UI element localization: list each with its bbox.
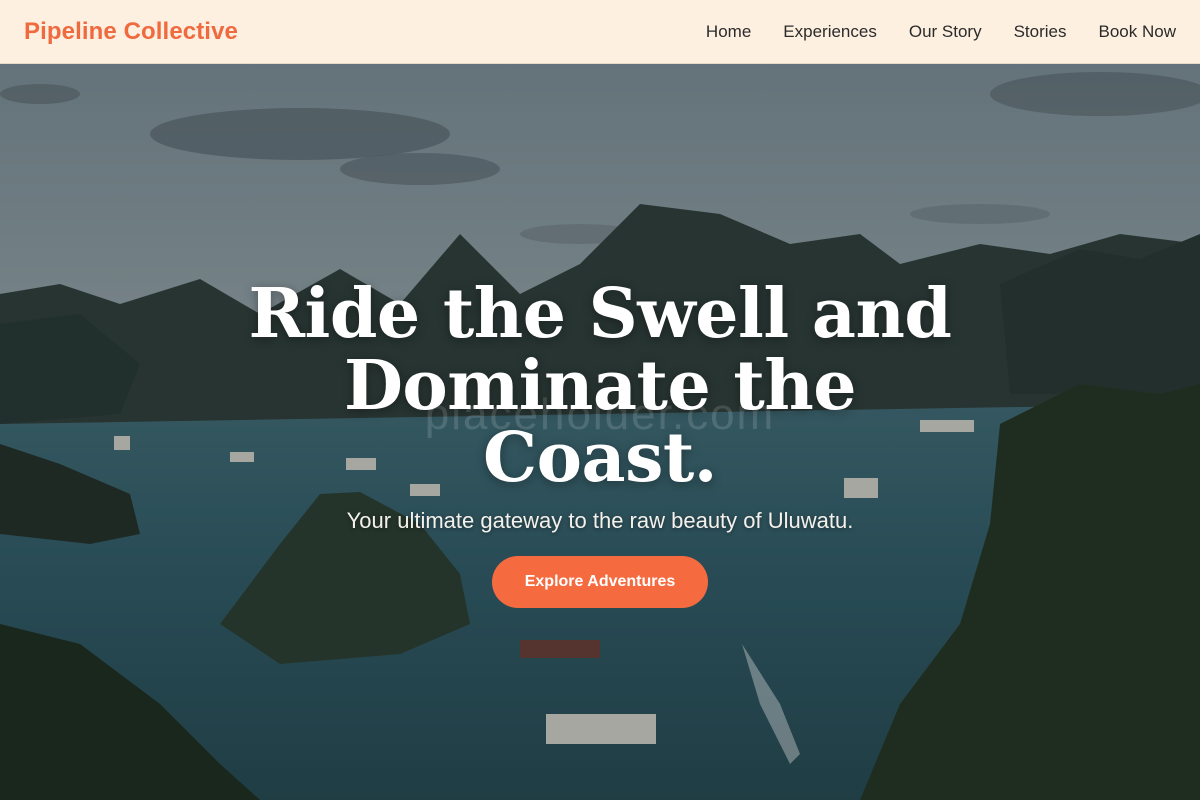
nav-links: Home Experiences Our Story Stories Book … — [706, 22, 1176, 42]
hero-section: placeholder.com Ride the Swell and Domin… — [0, 64, 1200, 800]
brand-logo[interactable]: Pipeline Collective — [24, 18, 238, 46]
nav-link-home[interactable]: Home — [706, 22, 751, 42]
hero-content: Ride the Swell and Dominate the Coast. Y… — [0, 278, 1200, 608]
hero-title: Ride the Swell and Dominate the Coast. — [248, 274, 952, 498]
navbar: Pipeline Collective Home Experiences Our… — [0, 0, 1200, 64]
hero-subtitle: Your ultimate gateway to the raw beauty … — [346, 508, 854, 533]
nav-link-stories[interactable]: Stories — [1014, 22, 1067, 42]
nav-link-our-story[interactable]: Our Story — [909, 22, 982, 42]
nav-link-book-now[interactable]: Book Now — [1099, 22, 1176, 42]
explore-adventures-button[interactable]: Explore Adventures — [492, 556, 708, 608]
nav-link-experiences[interactable]: Experiences — [783, 22, 877, 42]
